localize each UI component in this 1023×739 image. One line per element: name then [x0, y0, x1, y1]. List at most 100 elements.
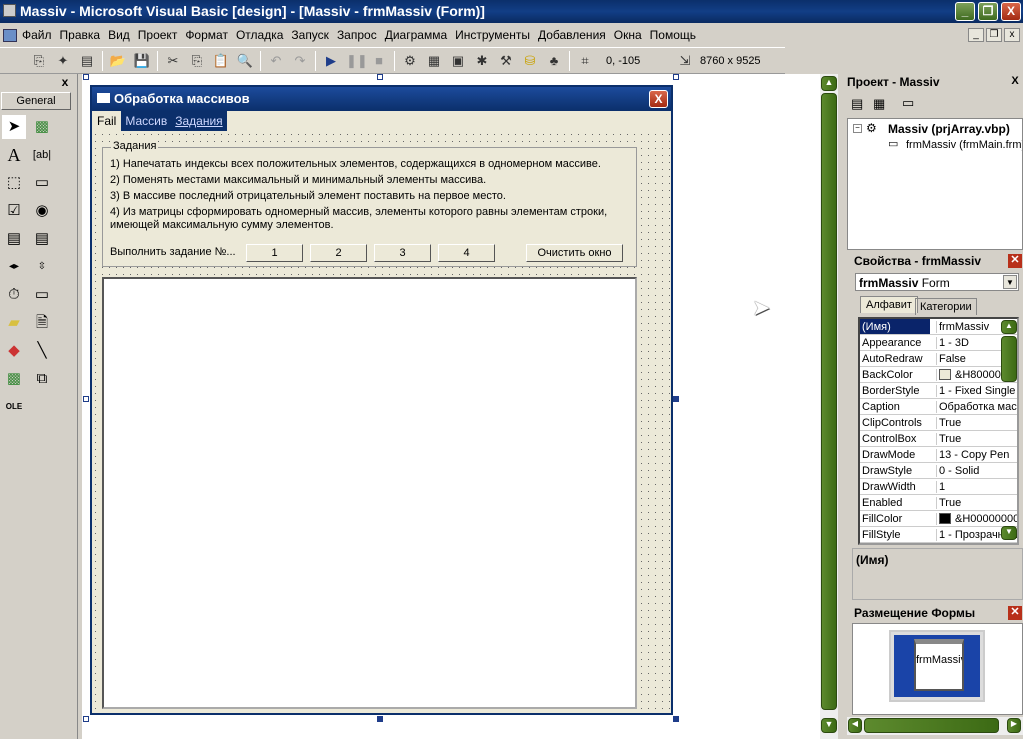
project-explorer-icon[interactable]: ⚙: [401, 52, 419, 70]
form-layout-close-icon[interactable]: ✕: [1008, 606, 1022, 620]
resize-handle[interactable]: [673, 716, 679, 722]
paste-icon[interactable]: 📋: [212, 52, 230, 70]
resize-handle[interactable]: [83, 396, 89, 402]
menu-query[interactable]: Запрос: [337, 28, 377, 46]
scroll-down-arrow-icon[interactable]: ▼: [821, 718, 837, 733]
filelistbox-icon[interactable]: 🗎: [30, 311, 54, 335]
property-row[interactable]: AutoRedraw False: [860, 351, 1017, 367]
property-value[interactable]: &H00000000&: [936, 513, 1017, 525]
menu-window[interactable]: Окна: [614, 28, 642, 46]
textbox-icon[interactable]: [ab|: [30, 143, 54, 167]
timer-icon[interactable]: ⏱: [2, 283, 26, 307]
mdi-restore-button[interactable]: ❐: [986, 28, 1002, 42]
property-row[interactable]: BackColor&H8000000F&: [860, 367, 1017, 383]
property-value[interactable]: True: [936, 417, 1017, 429]
cut-icon[interactable]: ✂: [164, 52, 182, 70]
shape-icon[interactable]: ◆: [2, 339, 26, 363]
combobox-icon[interactable]: ▤: [2, 227, 26, 251]
property-row[interactable]: (Имя) frmMassiv: [860, 319, 1017, 335]
break-icon[interactable]: ❚❚: [346, 52, 368, 70]
picturebox-icon[interactable]: ▩: [30, 115, 54, 139]
clear-window-button[interactable]: Очистить окно: [526, 244, 623, 262]
menu-format[interactable]: Формат: [185, 28, 228, 46]
form-menu-massiv[interactable]: Массив: [121, 111, 172, 131]
mdi-minimize-button[interactable]: _: [968, 28, 984, 42]
tab-alphabetic[interactable]: Алфавит: [860, 296, 918, 313]
property-value[interactable]: 1 - Fixed Single: [936, 385, 1017, 397]
prop-scroll-down-icon[interactable]: ▼: [1001, 526, 1017, 540]
project-close-button[interactable]: X: [1008, 75, 1022, 89]
resize-handle[interactable]: [377, 74, 383, 80]
task-2-button[interactable]: 2: [310, 244, 367, 262]
dropdown-arrow-icon[interactable]: ▼: [1003, 275, 1017, 289]
open-icon[interactable]: 📂: [109, 52, 127, 70]
vscrollbar-icon[interactable]: ⇳: [30, 255, 54, 279]
task-1-button[interactable]: 1: [246, 244, 303, 262]
pointer-icon[interactable]: ➤: [2, 115, 26, 139]
property-row[interactable]: DrawWidth 1: [860, 479, 1017, 495]
menu-editor-icon[interactable]: ▤: [78, 52, 96, 70]
menu-help[interactable]: Помощь: [650, 28, 696, 46]
drivelistbox-icon[interactable]: ▭: [30, 283, 54, 307]
properties-window-icon[interactable]: ▦: [425, 52, 443, 70]
component-manager-icon[interactable]: ♣: [545, 52, 563, 70]
menu-view[interactable]: Вид: [108, 28, 130, 46]
toggle-folders-icon[interactable]: ▭: [902, 95, 914, 111]
add-form-icon[interactable]: ✦: [54, 52, 72, 70]
minimize-button[interactable]: _: [955, 2, 975, 21]
copy-icon[interactable]: ⎘: [188, 52, 206, 70]
optionbutton-icon[interactable]: ◉: [30, 199, 54, 223]
scroll-up-arrow-icon[interactable]: ▲: [821, 76, 837, 91]
dirlistbox-icon[interactable]: ▰: [2, 311, 26, 335]
property-value[interactable]: 1: [936, 481, 1017, 493]
prop-scroll-thumb[interactable]: [1001, 336, 1017, 382]
property-grid[interactable]: (Имя) frmMassiv Appearance 1 - 3D AutoRedraw…: [858, 317, 1019, 545]
data-control-icon[interactable]: ⧉: [30, 367, 54, 391]
property-row[interactable]: Caption Обработка массивов: [860, 399, 1017, 415]
toolbox-close-button[interactable]: x: [58, 75, 72, 89]
task-3-button[interactable]: 3: [374, 244, 431, 262]
mdi-close-button[interactable]: x: [1004, 28, 1020, 42]
form-menu-fail[interactable]: Fail: [92, 111, 121, 131]
object-selector[interactable]: frmMassiv Form ▼: [855, 273, 1019, 291]
find-icon[interactable]: 🔍: [236, 52, 254, 70]
checkbox-icon[interactable]: ☑: [2, 199, 26, 223]
menu-diagram[interactable]: Диаграмма: [385, 28, 447, 46]
dock-horizontal-scrollbar[interactable]: ◀ ▶: [847, 717, 1023, 735]
close-button[interactable]: X: [1001, 2, 1021, 21]
property-row[interactable]: ClipControls True: [860, 415, 1017, 431]
object-browser-icon[interactable]: ✱: [473, 52, 491, 70]
hscrollbar-icon[interactable]: ◂▸: [2, 255, 26, 279]
frame-icon[interactable]: ⬚: [2, 171, 26, 195]
property-row[interactable]: Appearance 1 - 3D: [860, 335, 1017, 351]
save-icon[interactable]: 💾: [133, 52, 151, 70]
property-value[interactable]: True: [936, 497, 1017, 509]
designer-vertical-scrollbar[interactable]: ▲ ▼: [820, 74, 838, 739]
property-row[interactable]: Enabled True: [860, 495, 1017, 511]
property-value[interactable]: Обработка массивов: [936, 401, 1017, 413]
property-row[interactable]: DrawStyle 0 - Solid: [860, 463, 1017, 479]
property-row[interactable]: FillColor&H00000000&: [860, 511, 1017, 527]
menu-debug[interactable]: Отладка: [236, 28, 283, 46]
menu-project[interactable]: Проект: [138, 28, 178, 46]
prop-scroll-up-icon[interactable]: ▲: [1001, 320, 1017, 334]
image-icon[interactable]: ▩: [2, 367, 26, 391]
form-frmMassiv[interactable]: Обработка массивов X Fail Массив Задания…: [90, 85, 673, 715]
resize-handle[interactable]: [83, 716, 89, 722]
resize-handle[interactable]: [83, 74, 89, 80]
add-project-icon[interactable]: ⎘: [30, 52, 48, 70]
restore-button[interactable]: ❐: [978, 2, 998, 21]
form-menu-zadaniya[interactable]: Задания: [171, 111, 227, 131]
commandbutton-icon[interactable]: ▭: [30, 171, 54, 195]
collapse-icon[interactable]: −: [853, 124, 862, 133]
menu-file[interactable]: Файл: [22, 28, 52, 46]
end-icon[interactable]: ■: [370, 52, 388, 70]
label-icon[interactable]: A: [2, 143, 26, 167]
form-node[interactable]: frmMassiv (frmMain.frm): [906, 139, 1022, 151]
line-icon[interactable]: ╲: [30, 339, 54, 363]
properties-close-icon[interactable]: ✕: [1008, 254, 1022, 268]
scroll-left-icon[interactable]: ◀: [848, 718, 862, 733]
undo-icon[interactable]: ↶: [267, 52, 285, 70]
ole-icon[interactable]: OLE: [2, 395, 26, 419]
form-position-preview[interactable]: frmMassiv: [914, 639, 964, 691]
